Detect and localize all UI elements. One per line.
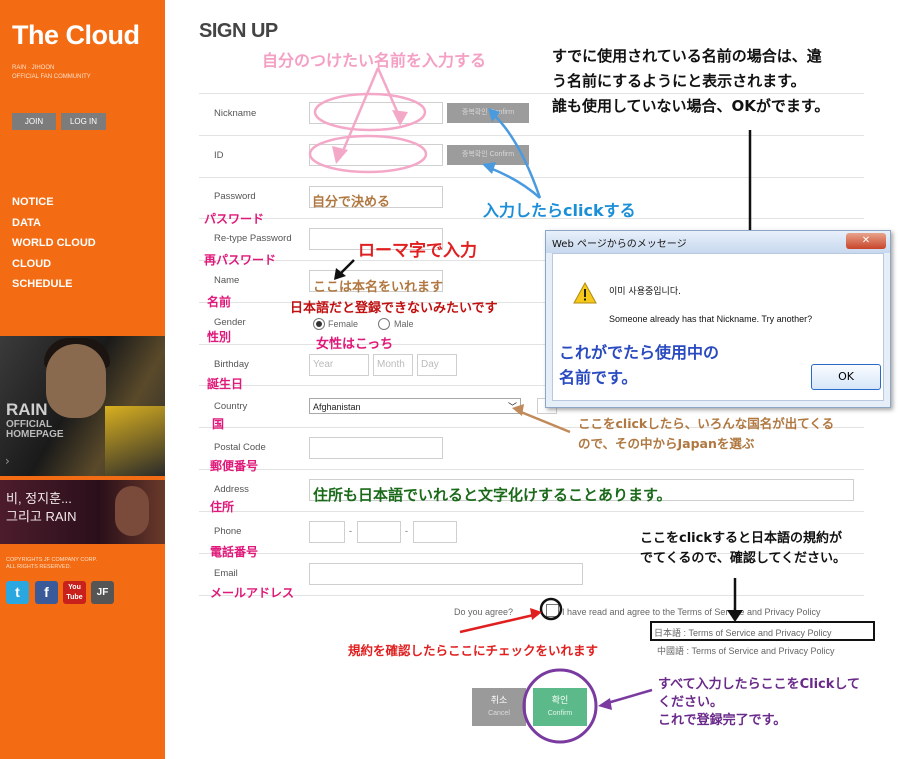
annotation-used-hint: すでに使用されている名前の場合は、違 う名前にするようにと表示されます。 誰も使… <box>552 44 892 119</box>
brown-arrowhead <box>512 404 524 416</box>
annotation-click-hint: 入力したらclickする <box>483 201 636 220</box>
dialog-message-en: Someone already has that Nickname. Try a… <box>609 314 813 324</box>
annotation-postal: 郵便番号 <box>210 459 259 473</box>
annotation-country: 国 <box>212 417 225 431</box>
checkbox-highlight-circle <box>539 597 563 621</box>
pink-arrowhead <box>332 146 348 164</box>
annotation-address-hint: 住所も日本語でいれると文字化けすることあります。 <box>313 486 672 504</box>
confirm-highlight-circle <box>522 668 598 744</box>
annotation-retype: 再パスワード <box>204 253 277 267</box>
nickname-highlight-ellipse <box>313 92 427 132</box>
warning-icon <box>573 282 597 304</box>
annotation-line: これで登録完了です。 <box>658 713 787 728</box>
annotation-no-japanese: 日本語だと登録できないみたいです <box>290 301 498 316</box>
annotation-password: パスワード <box>204 212 265 226</box>
blue-arrow-line <box>489 166 541 199</box>
annotation-terms-hint: ここをclickすると日本語の規約が でてくるので、確認してください。 <box>640 529 846 569</box>
annotation-name-hint: 自分のつけたい名前を入力する <box>262 51 487 70</box>
annotation-line: ここをclickしたら、いろんな国名が出てくる <box>578 416 835 431</box>
red-arrow-line <box>459 612 539 634</box>
annotation-gender: 性別 <box>207 330 232 344</box>
annotation-name: 名前 <box>207 295 232 309</box>
terms-highlight-box <box>650 621 875 641</box>
annotation-line: でてくるので、確認してください。 <box>640 551 847 566</box>
annotation-line: 誰も使用していない場合、OKがでます。 <box>552 97 830 115</box>
brown-arrow-line <box>515 408 571 434</box>
annotation-final-hint: すべて入力したらここをClickして ください。 これで登録完了です。 <box>658 676 860 730</box>
annotation-female-here: 女性はこっち <box>316 337 394 352</box>
annotation-line: すでに使用されている名前の場合は、違 <box>552 47 822 65</box>
annotation-check-hint: 規約を確認したらここにチェックをいれます <box>348 643 599 658</box>
annotation-phone: 電話番号 <box>210 545 259 559</box>
annotation-romaji: ローマ字で入力 <box>358 241 477 261</box>
black-arrowhead <box>727 610 743 622</box>
pink-arrow-line <box>338 67 380 159</box>
annotation-line: う名前にするようにと表示されます。 <box>552 72 806 90</box>
annotation-line: すべて入力したらここをClickして <box>658 677 860 692</box>
annotation-line: 名前です。 <box>559 368 638 387</box>
annotation-line: ください。 <box>658 695 724 710</box>
dialog-titlebar: Web ページからのメッセージ ✕ <box>546 231 890 253</box>
annotation-line: ので、その中からJapanを選ぶ <box>578 436 755 451</box>
annotation-address: 住所 <box>210 500 235 514</box>
annotation-line: これがでたら使用中の <box>559 343 720 362</box>
annotation-real-name: ここは本名をいれます <box>313 280 444 295</box>
close-icon[interactable]: ✕ <box>846 233 886 249</box>
pink-arrow-line <box>376 67 402 119</box>
annotation-country-hint: ここをclickしたら、いろんな国名が出てくる ので、その中からJapanを選ぶ <box>578 414 834 454</box>
id-highlight-ellipse <box>308 134 428 174</box>
annotation-birthday: 誕生日 <box>207 377 244 391</box>
dialog-title: Web ページからのメッセージ <box>552 239 687 250</box>
blue-arrow-line <box>493 114 542 199</box>
annotation-line: ここをclickすると日本語の規約が <box>640 531 842 546</box>
ok-button[interactable]: OK <box>811 364 881 390</box>
annotation-in-use: これがでたら使用中の 名前です。 <box>559 340 719 390</box>
pink-arrowhead <box>392 110 408 126</box>
purple-arrowhead <box>598 698 612 710</box>
dialog-message-ko: 이미 사용중입니다. <box>609 287 681 297</box>
purple-arrow-line <box>603 688 653 706</box>
annotation-email: メールアドレス <box>210 586 295 600</box>
annotation-self-decide: 自分で決める <box>312 195 391 210</box>
blue-arrowhead <box>482 162 496 174</box>
